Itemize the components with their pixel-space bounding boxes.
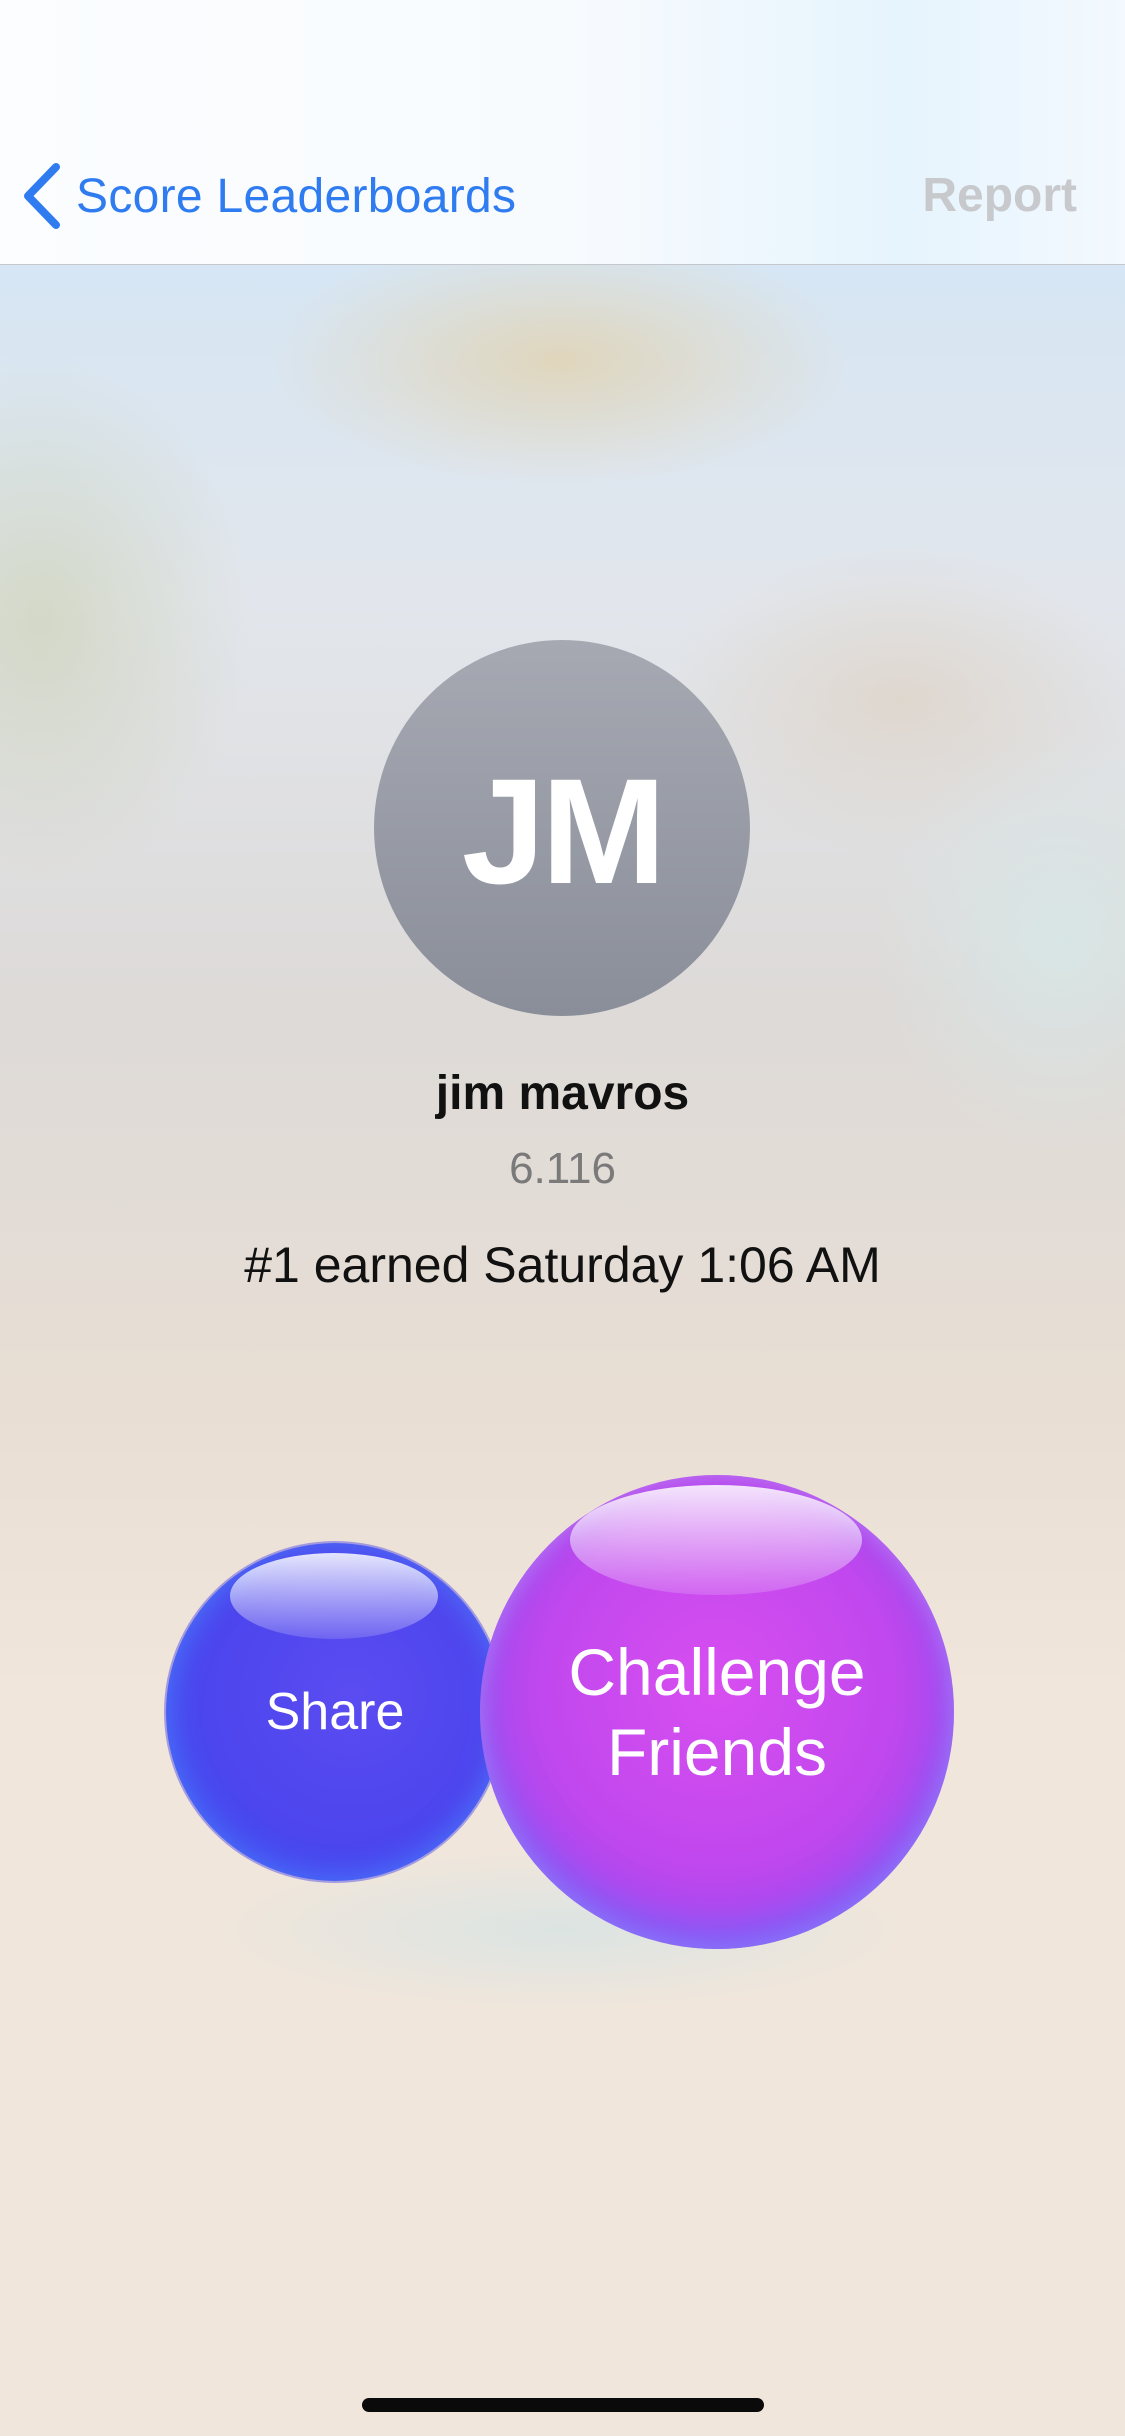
share-button-label: Share	[265, 1683, 405, 1741]
challenge-friends-label: Challenge Friends	[568, 1635, 866, 1789]
home-indicator	[362, 2398, 764, 2412]
share-button[interactable]: Share	[166, 1543, 504, 1881]
rank-earned-text: #1 earned Saturday 1:06 AM	[244, 1237, 881, 1293]
player-name: jim mavros	[435, 1067, 690, 1120]
challenge-friends-button[interactable]: Challenge Friends	[480, 1475, 954, 1949]
avatar-initials: JM	[461, 746, 666, 915]
avatar: JM	[374, 640, 750, 1016]
bubble-highlight	[230, 1553, 438, 1639]
navigation-bar: Score Leaderboards Report	[0, 0, 1125, 265]
player-score: 6.116	[509, 1144, 616, 1193]
back-button[interactable]: Score Leaderboards	[22, 160, 516, 232]
chevron-left-icon	[22, 163, 62, 229]
report-button[interactable]: Report	[922, 168, 1077, 223]
blurred-background	[0, 0, 1125, 2436]
bubble-highlight	[570, 1485, 862, 1595]
back-button-label: Score Leaderboards	[76, 169, 517, 223]
